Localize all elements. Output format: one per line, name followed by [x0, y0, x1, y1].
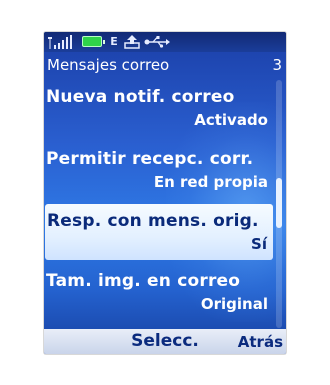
usb-icon [144, 36, 170, 48]
item-label: Nueva notif. correo [46, 87, 235, 107]
scrollbar[interactable] [276, 80, 282, 328]
page-number: 3 [272, 56, 282, 74]
upload-icon [124, 35, 140, 49]
signal-strength-icon [48, 35, 72, 49]
item-value: En red propia [153, 173, 268, 191]
item-value: Sí [251, 235, 267, 253]
title-bar: Mensajes correo 3 [44, 54, 286, 76]
scroll-thumb[interactable] [276, 178, 282, 228]
page-title: Mensajes correo [47, 56, 170, 74]
status-bar: E [44, 32, 286, 52]
item-label: Resp. con mens. orig. [47, 211, 259, 231]
item-value: Original [200, 295, 268, 313]
item-value: Activado [194, 111, 268, 129]
softkey-bar: Selecc. Atrás [44, 329, 286, 354]
back-softkey[interactable]: Atrás [238, 333, 283, 352]
phone-screen: E Mensajes correo 3 Nueva notif. correo … [44, 32, 286, 354]
settings-item-image-size-in-mail[interactable]: Tam. img. en correo Original [44, 264, 274, 320]
item-label: Tam. img. en correo [46, 271, 241, 291]
settings-item-allow-mail-reception[interactable]: Permitir recepc. corr. En red propia [44, 142, 274, 198]
item-label: Permitir recepc. corr. [46, 149, 254, 169]
settings-item-new-mail-notification[interactable]: Nueva notif. correo Activado [44, 80, 274, 136]
settings-item-reply-with-original[interactable]: Resp. con mens. orig. Sí [45, 204, 273, 260]
edge-icon: E [110, 35, 118, 48]
battery-icon [82, 36, 105, 47]
